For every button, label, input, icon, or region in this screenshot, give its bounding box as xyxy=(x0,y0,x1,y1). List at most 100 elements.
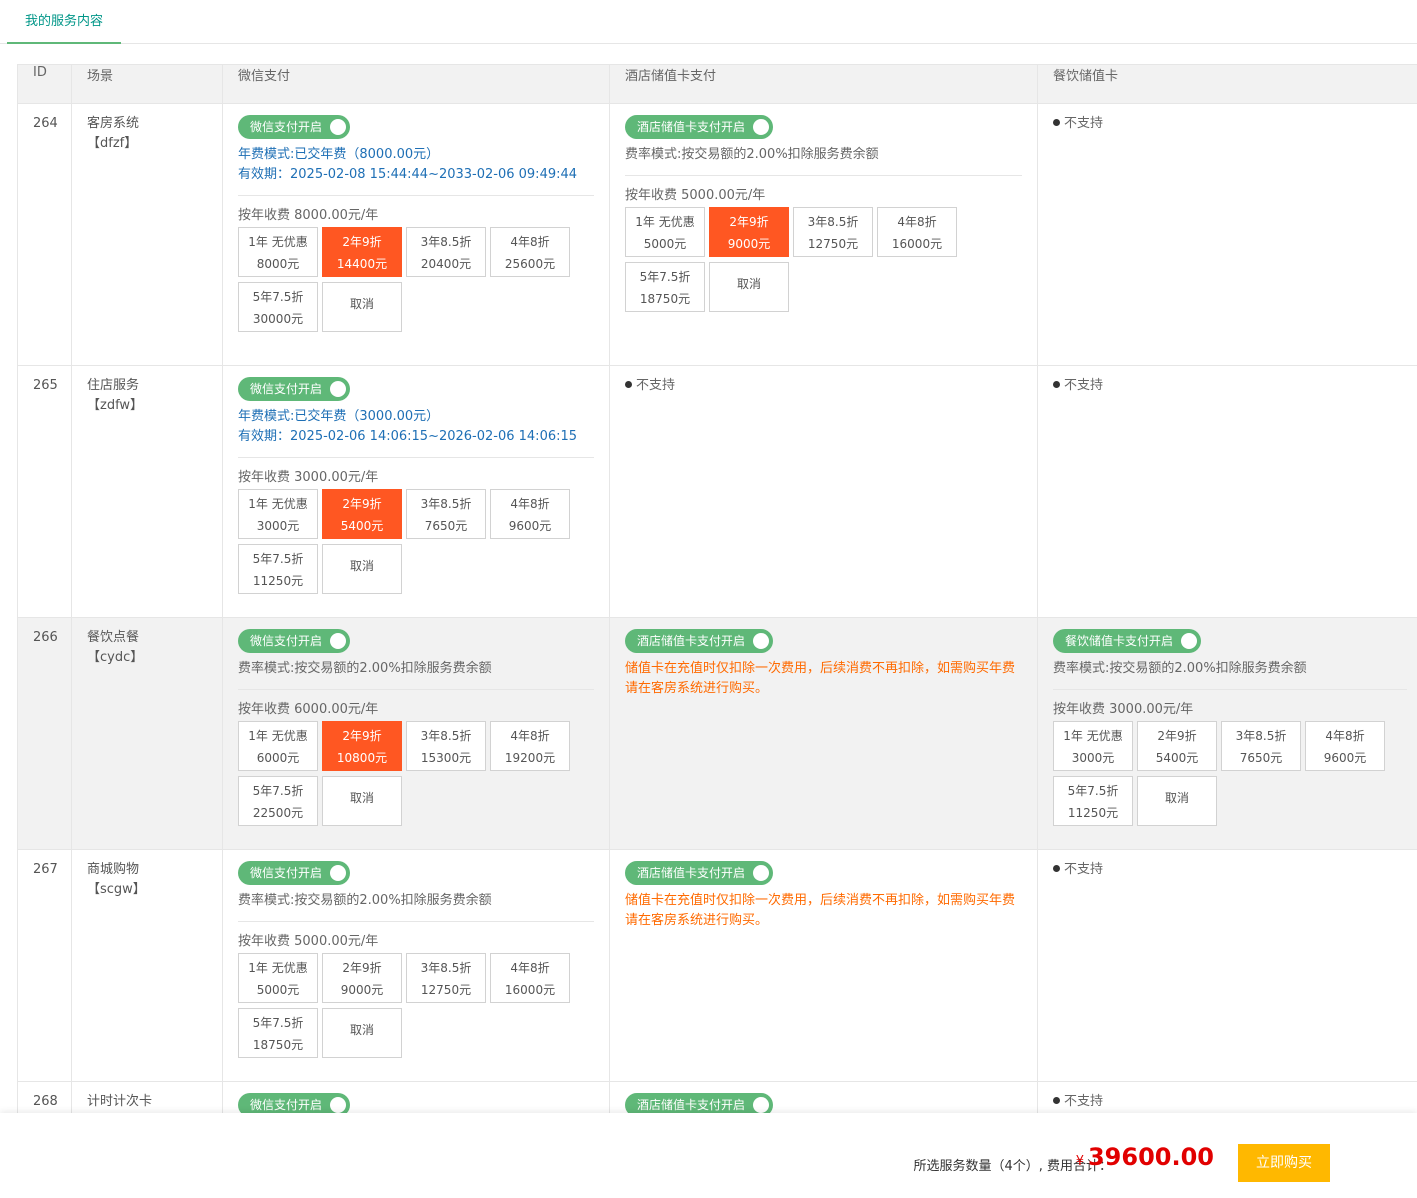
plan-option-1y[interactable]: 1年 无优惠 6000元 xyxy=(238,721,318,771)
bullet-icon xyxy=(1053,865,1060,872)
cancel-option[interactable]: 取消 xyxy=(322,776,402,826)
plan-option-4y[interactable]: 4年8折 25600元 xyxy=(490,227,570,277)
plan-option-2y[interactable]: 2年9折 5400元 xyxy=(1137,721,1217,771)
wechat-pay-toggle[interactable]: 微信支付开启 xyxy=(238,115,351,139)
toggle-knob-icon xyxy=(330,1097,347,1113)
bullet-icon xyxy=(1053,119,1060,126)
table-row: 267 商城购物 【scgw】 微信支付开启 费率模式:按交易额的2.00%扣除服… xyxy=(17,849,1417,1082)
hotel-card-cell: 酒店储值卡支付开启 储值卡在充值时仅扣除一次费用，后续消费不再扣除，如需购买年费… xyxy=(609,617,1038,850)
annual-price: 按年收费 5000.00元/年 xyxy=(238,934,379,949)
plan-options: 1年 无优惠 5000元 2年9折 9000元 3年8.5折 12750元 4年8折 1… xyxy=(625,207,965,317)
row-id: 265 xyxy=(17,365,72,618)
rate-mode: 费率模式:按交易额的2.00%扣除服务费余额 xyxy=(238,893,492,908)
fee-mode: 年费模式:已交年费（8000.00元） xyxy=(238,147,440,162)
wechat-pay-toggle[interactable]: 微信支付开启 xyxy=(238,861,351,885)
cancel-option[interactable]: 取消 xyxy=(322,282,402,332)
toggle-knob-icon xyxy=(753,119,770,135)
not-supported: 不支持 xyxy=(1053,114,1407,134)
toggle-knob-icon xyxy=(1181,633,1198,649)
table-row: 265 住店服务 【zdfw】 微信支付开启 年费模式:已交年费（3000.00元… xyxy=(17,365,1417,618)
col-scene: 场景 xyxy=(71,64,223,104)
plan-option-5y[interactable]: 5年7.5折 11250元 xyxy=(238,544,318,594)
hotel-card-toggle[interactable]: 酒店储值卡支付开启 xyxy=(625,861,774,885)
plan-option-3y[interactable]: 3年8.5折 7650元 xyxy=(1221,721,1301,771)
food-card-cell: 不支持 xyxy=(1037,365,1417,618)
wechat-pay-toggle[interactable]: 微信支付开启 xyxy=(238,629,351,653)
plan-option-3y[interactable]: 3年8.5折 15300元 xyxy=(406,721,486,771)
plan-option-1y[interactable]: 1年 无优惠 3000元 xyxy=(238,489,318,539)
wechat-pay-toggle[interactable]: 微信支付开启 xyxy=(238,377,351,401)
divider xyxy=(238,921,594,922)
annual-price: 按年收费 8000.00元/年 xyxy=(238,208,379,223)
col-wechat-pay: 微信支付 xyxy=(222,64,610,104)
toggle-knob-icon xyxy=(330,633,347,649)
plan-option-3y[interactable]: 3年8.5折 20400元 xyxy=(406,227,486,277)
plan-option-1y[interactable]: 1年 无优惠 8000元 xyxy=(238,227,318,277)
table-row: 264 客房系统 【dfzf】 微信支付开启 年费模式:已交年费（8000.00元… xyxy=(17,103,1417,366)
food-card-cell: 不支持 xyxy=(1037,849,1417,1082)
bullet-icon xyxy=(1053,1097,1060,1104)
cancel-option[interactable]: 取消 xyxy=(322,1008,402,1058)
col-hotel-card-pay: 酒店储值卡支付 xyxy=(609,64,1038,104)
plan-option-1y[interactable]: 1年 无优惠 5000元 xyxy=(238,953,318,1003)
row-id: 264 xyxy=(17,103,72,366)
rate-mode: 费率模式:按交易额的2.00%扣除服务费余额 xyxy=(625,147,879,162)
table-row: 266 餐饮点餐 【cydc】 微信支付开启 费率模式:按交易额的2.00%扣除服… xyxy=(17,617,1417,850)
plan-option-2y[interactable]: 2年9折 5400元 xyxy=(322,489,402,539)
plan-option-2y[interactable]: 2年9折 9000元 xyxy=(709,207,789,257)
plan-option-5y[interactable]: 5年7.5折 11250元 xyxy=(1053,776,1133,826)
row-scene: 商城购物 【scgw】 xyxy=(71,849,223,1082)
hotel-card-notice: 储值卡在充值时仅扣除一次费用，后续消费不再扣除，如需购买年费请在客房系统进行购买… xyxy=(625,661,1016,696)
plan-option-5y[interactable]: 5年7.5折 30000元 xyxy=(238,282,318,332)
plan-option-4y[interactable]: 4年8折 9600元 xyxy=(1305,721,1385,771)
toggle-knob-icon xyxy=(753,633,770,649)
cancel-option[interactable]: 取消 xyxy=(1137,776,1217,826)
hotel-card-cell: 酒店储值卡支付开启 费率模式:按交易额的2.00%扣除服务费余额 按年收费 50… xyxy=(609,103,1038,366)
wechat-pay-cell: 微信支付开启 费率模式:按交易额的2.00%扣除服务费余额 按年收费 6000.… xyxy=(222,617,610,850)
tab-my-services[interactable]: 我的服务内容 xyxy=(7,0,121,44)
rate-mode: 费率模式:按交易额的2.00%扣除服务费余额 xyxy=(238,661,492,676)
plan-options: 1年 无优惠 3000元 2年9折 5400元 3年8.5折 7650元 4年8折 96… xyxy=(1053,721,1393,831)
bullet-icon xyxy=(1053,381,1060,388)
plan-option-2y[interactable]: 2年9折 14400元 xyxy=(322,227,402,277)
row-scene: 住店服务 【zdfw】 xyxy=(71,365,223,618)
col-food-card: 餐饮储值卡 xyxy=(1037,64,1417,104)
cancel-option[interactable]: 取消 xyxy=(709,262,789,312)
plan-option-3y[interactable]: 3年8.5折 12750元 xyxy=(406,953,486,1003)
toggle-knob-icon xyxy=(330,381,347,397)
plan-option-3y[interactable]: 3年8.5折 7650元 xyxy=(406,489,486,539)
checkout-footer: 所选服务数量（4个）, 费用合计： ¥ ¥39600.00 立即购买 xyxy=(0,1113,1417,1198)
col-id: ID xyxy=(17,64,72,104)
plan-option-4y[interactable]: 4年8折 19200元 xyxy=(490,721,570,771)
not-supported: 不支持 xyxy=(1053,860,1407,880)
food-card-toggle[interactable]: 餐饮储值卡支付开启 xyxy=(1053,629,1202,653)
currency-symbol-inline: ¥ xyxy=(1075,1154,1084,1169)
buy-now-button[interactable]: 立即购买 xyxy=(1238,1144,1330,1182)
toggle-knob-icon xyxy=(330,865,347,881)
cancel-option[interactable]: 取消 xyxy=(322,544,402,594)
plan-option-4y[interactable]: 4年8折 9600元 xyxy=(490,489,570,539)
annual-price: 按年收费 3000.00元/年 xyxy=(1053,702,1194,717)
plan-options: 1年 无优惠 3000元 2年9折 5400元 3年8.5折 7650元 4年8折 96… xyxy=(238,489,578,599)
plan-option-3y[interactable]: 3年8.5折 12750元 xyxy=(793,207,873,257)
hotel-card-toggle[interactable]: 酒店储值卡支付开启 xyxy=(625,629,774,653)
annual-price: 按年收费 5000.00元/年 xyxy=(625,188,766,203)
row-scene: 客房系统 【dfzf】 xyxy=(71,103,223,366)
plan-option-5y[interactable]: 5年7.5折 18750元 xyxy=(625,262,705,312)
services-table: ID 场景 微信支付 酒店储值卡支付 餐饮储值卡 264 客房系统 【dfzf】 … xyxy=(17,64,1417,1182)
plan-option-2y[interactable]: 2年9折 9000元 xyxy=(322,953,402,1003)
food-card-cell: 餐饮储值卡支付开启 费率模式:按交易额的2.00%扣除服务费余额 按年收费 30… xyxy=(1037,617,1417,850)
bullet-icon xyxy=(625,381,632,388)
plan-option-1y[interactable]: 1年 无优惠 5000元 xyxy=(625,207,705,257)
plan-option-4y[interactable]: 4年8折 16000元 xyxy=(877,207,957,257)
validity: 有效期：2025-02-08 15:44:44~2033-02-06 09:49… xyxy=(238,167,578,182)
hotel-card-toggle[interactable]: 酒店储值卡支付开启 xyxy=(625,115,774,139)
plan-option-1y[interactable]: 1年 无优惠 3000元 xyxy=(1053,721,1133,771)
divider xyxy=(1053,689,1407,690)
hotel-card-cell: 不支持 xyxy=(609,365,1038,618)
plan-option-4y[interactable]: 4年8折 16000元 xyxy=(490,953,570,1003)
plan-option-2y[interactable]: 2年9折 10800元 xyxy=(322,721,402,771)
plan-option-5y[interactable]: 5年7.5折 18750元 xyxy=(238,1008,318,1058)
plan-option-5y[interactable]: 5年7.5折 22500元 xyxy=(238,776,318,826)
table-header: ID 场景 微信支付 酒店储值卡支付 餐饮储值卡 xyxy=(17,64,1417,104)
